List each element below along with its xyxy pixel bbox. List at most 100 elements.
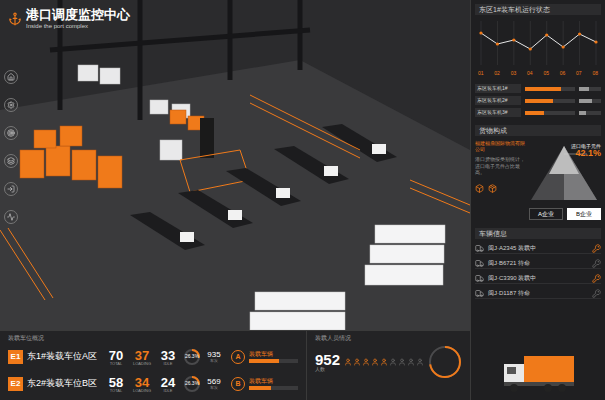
cargo-panel: 货物构成福建福鼎国际物流有限公司港口货物按类别统计，进口电子元件占比最高。 进口电… bbox=[475, 125, 601, 220]
dashboard: 港口调度监控中心Inside the port complex 装载车位概况 E1 东… bbox=[0, 0, 605, 400]
vehicle-bar bbox=[249, 359, 298, 363]
machine-bar bbox=[525, 87, 575, 91]
axis-label: 03 bbox=[511, 71, 517, 76]
key-icon bbox=[592, 259, 601, 268]
area-count: 569车次 bbox=[205, 378, 223, 390]
machine-secondary-bar bbox=[579, 87, 601, 91]
nav-icon bbox=[7, 157, 15, 165]
machine-bar bbox=[525, 99, 575, 103]
area-stat: 34LOADING bbox=[131, 376, 153, 393]
key-icon bbox=[592, 289, 601, 298]
conveyor-lane-icon bbox=[274, 146, 349, 184]
sidebar-item[interactable] bbox=[4, 182, 18, 196]
truck-icon bbox=[475, 274, 484, 283]
area-stat: 70TOTAL bbox=[105, 349, 127, 366]
vehicle-row[interactable]: 闽J·B6721 待命 bbox=[475, 258, 601, 269]
truck-illustration-icon bbox=[498, 350, 578, 396]
port-scene bbox=[0, 0, 470, 330]
person-icon bbox=[344, 356, 352, 368]
axis-label: 05 bbox=[543, 71, 549, 76]
company-button[interactable]: A企业 bbox=[529, 208, 563, 220]
area-stat: 24IDLE bbox=[157, 376, 179, 393]
sidebar-item[interactable] bbox=[4, 210, 18, 224]
sidebar bbox=[4, 70, 18, 224]
area-count: 935车次 bbox=[205, 351, 223, 363]
axis-label: 08 bbox=[592, 71, 598, 76]
axis-label: 07 bbox=[576, 71, 582, 76]
machine-status-panel: 东区1#装车机运行状态0102030405060708东区装车机1#东区装车机2… bbox=[475, 4, 601, 117]
loading-area-row: E1东1#装载车位A区70TOTAL37LOADING33IDLE26.3%93… bbox=[8, 345, 223, 369]
rate-ring: 26.3% bbox=[183, 375, 201, 393]
sidebar-item[interactable] bbox=[4, 98, 18, 112]
anchor-logo-icon bbox=[8, 12, 22, 26]
area-stat: 37LOADING bbox=[131, 349, 153, 366]
vehicle-bar bbox=[249, 386, 298, 390]
vehicle-code: B bbox=[231, 377, 245, 391]
vehicle-row[interactable]: 闽J·D1187 待命 bbox=[475, 288, 601, 299]
person-icon bbox=[380, 356, 388, 368]
area-code: E2 bbox=[8, 377, 23, 391]
machine-row: 东区装车机2# bbox=[475, 96, 601, 105]
panel-title: 装载人员情况 bbox=[315, 335, 462, 341]
nav-icon bbox=[7, 185, 15, 193]
machine-secondary-bar bbox=[579, 111, 601, 115]
loading-vehicle-row: B装载车辆 bbox=[231, 372, 298, 396]
conveyor-lane-icon bbox=[178, 190, 253, 228]
area-code: E1 bbox=[8, 350, 23, 364]
section-title: 东区1#装车机运行状态 bbox=[475, 4, 601, 15]
machine-row: 东区装车机1# bbox=[475, 84, 601, 93]
sidebar-item[interactable] bbox=[4, 70, 18, 84]
cargo-description: 港口货物按类别统计，进口电子元件占比最高。 bbox=[475, 156, 525, 176]
company-button[interactable]: B企业 bbox=[567, 208, 601, 220]
header: 港口调度监控中心Inside the port complex bbox=[8, 8, 130, 29]
key-icon bbox=[592, 274, 601, 283]
person-icon bbox=[416, 356, 424, 368]
nav-icon bbox=[7, 101, 15, 109]
area-stat: 58TOTAL bbox=[105, 376, 127, 393]
vehicle-row[interactable]: 闽J·C3390 装载中 bbox=[475, 273, 601, 284]
personnel-count: 952 bbox=[315, 352, 340, 367]
person-icon bbox=[389, 356, 397, 368]
company-name: 福建福鼎国际物流有限公司 bbox=[475, 140, 525, 152]
person-icon bbox=[353, 356, 361, 368]
axis-label: 02 bbox=[494, 71, 500, 76]
vehicle-panel: 车辆信息闽J·A2345 装载中闽J·B6721 待命闽J·C3390 装载中闽… bbox=[475, 228, 601, 396]
chart-x-axis: 0102030405060708 bbox=[475, 71, 601, 76]
panel-title: 装载车位概况 bbox=[8, 335, 298, 341]
area-name: 东2#装载车位B区 bbox=[27, 377, 101, 391]
person-icon bbox=[398, 356, 406, 368]
personnel-panel: 装载人员情况952人数 bbox=[307, 331, 470, 400]
truck-icon bbox=[475, 259, 484, 268]
page-title: 港口调度监控中心 bbox=[26, 8, 130, 21]
machine-row: 东区装车机3# bbox=[475, 108, 601, 117]
loading-vehicle-row: A装载车辆 bbox=[231, 345, 298, 369]
section-title: 车辆信息 bbox=[475, 228, 601, 239]
key-icon bbox=[592, 244, 601, 253]
truck-icon bbox=[475, 244, 484, 253]
nav-icon bbox=[7, 129, 15, 137]
nav-icon bbox=[7, 213, 15, 221]
line-chart bbox=[475, 19, 602, 67]
package-icon bbox=[488, 184, 497, 193]
conveyor-lane-icon bbox=[130, 212, 205, 250]
area-name: 东1#装载车位A区 bbox=[27, 350, 101, 364]
pyramid-label: 进口电子元件42.1% bbox=[571, 144, 601, 158]
machine-bar bbox=[525, 111, 575, 115]
sidebar-item[interactable] bbox=[4, 154, 18, 168]
axis-label: 06 bbox=[560, 71, 566, 76]
container-stack-icon bbox=[250, 225, 445, 330]
railing-icon bbox=[0, 95, 470, 300]
robot-arm-icon bbox=[200, 118, 214, 158]
vehicle-row[interactable]: 闽J·A2345 装载中 bbox=[475, 243, 601, 254]
truck-icon bbox=[475, 289, 484, 298]
loading-panel: 装载车位概况E1东1#装载车位A区70TOTAL37LOADING33IDLE2… bbox=[0, 331, 307, 400]
section-title: 货物构成 bbox=[475, 125, 601, 136]
people-row bbox=[344, 356, 424, 368]
machine-secondary-bar bbox=[579, 99, 601, 103]
axis-label: 04 bbox=[527, 71, 533, 76]
sidebar-item[interactable] bbox=[4, 126, 18, 140]
rate-ring: 26.3% bbox=[183, 348, 201, 366]
person-icon bbox=[371, 356, 379, 368]
conveyor-lane-icon bbox=[226, 168, 301, 206]
rate-ring bbox=[428, 345, 462, 379]
